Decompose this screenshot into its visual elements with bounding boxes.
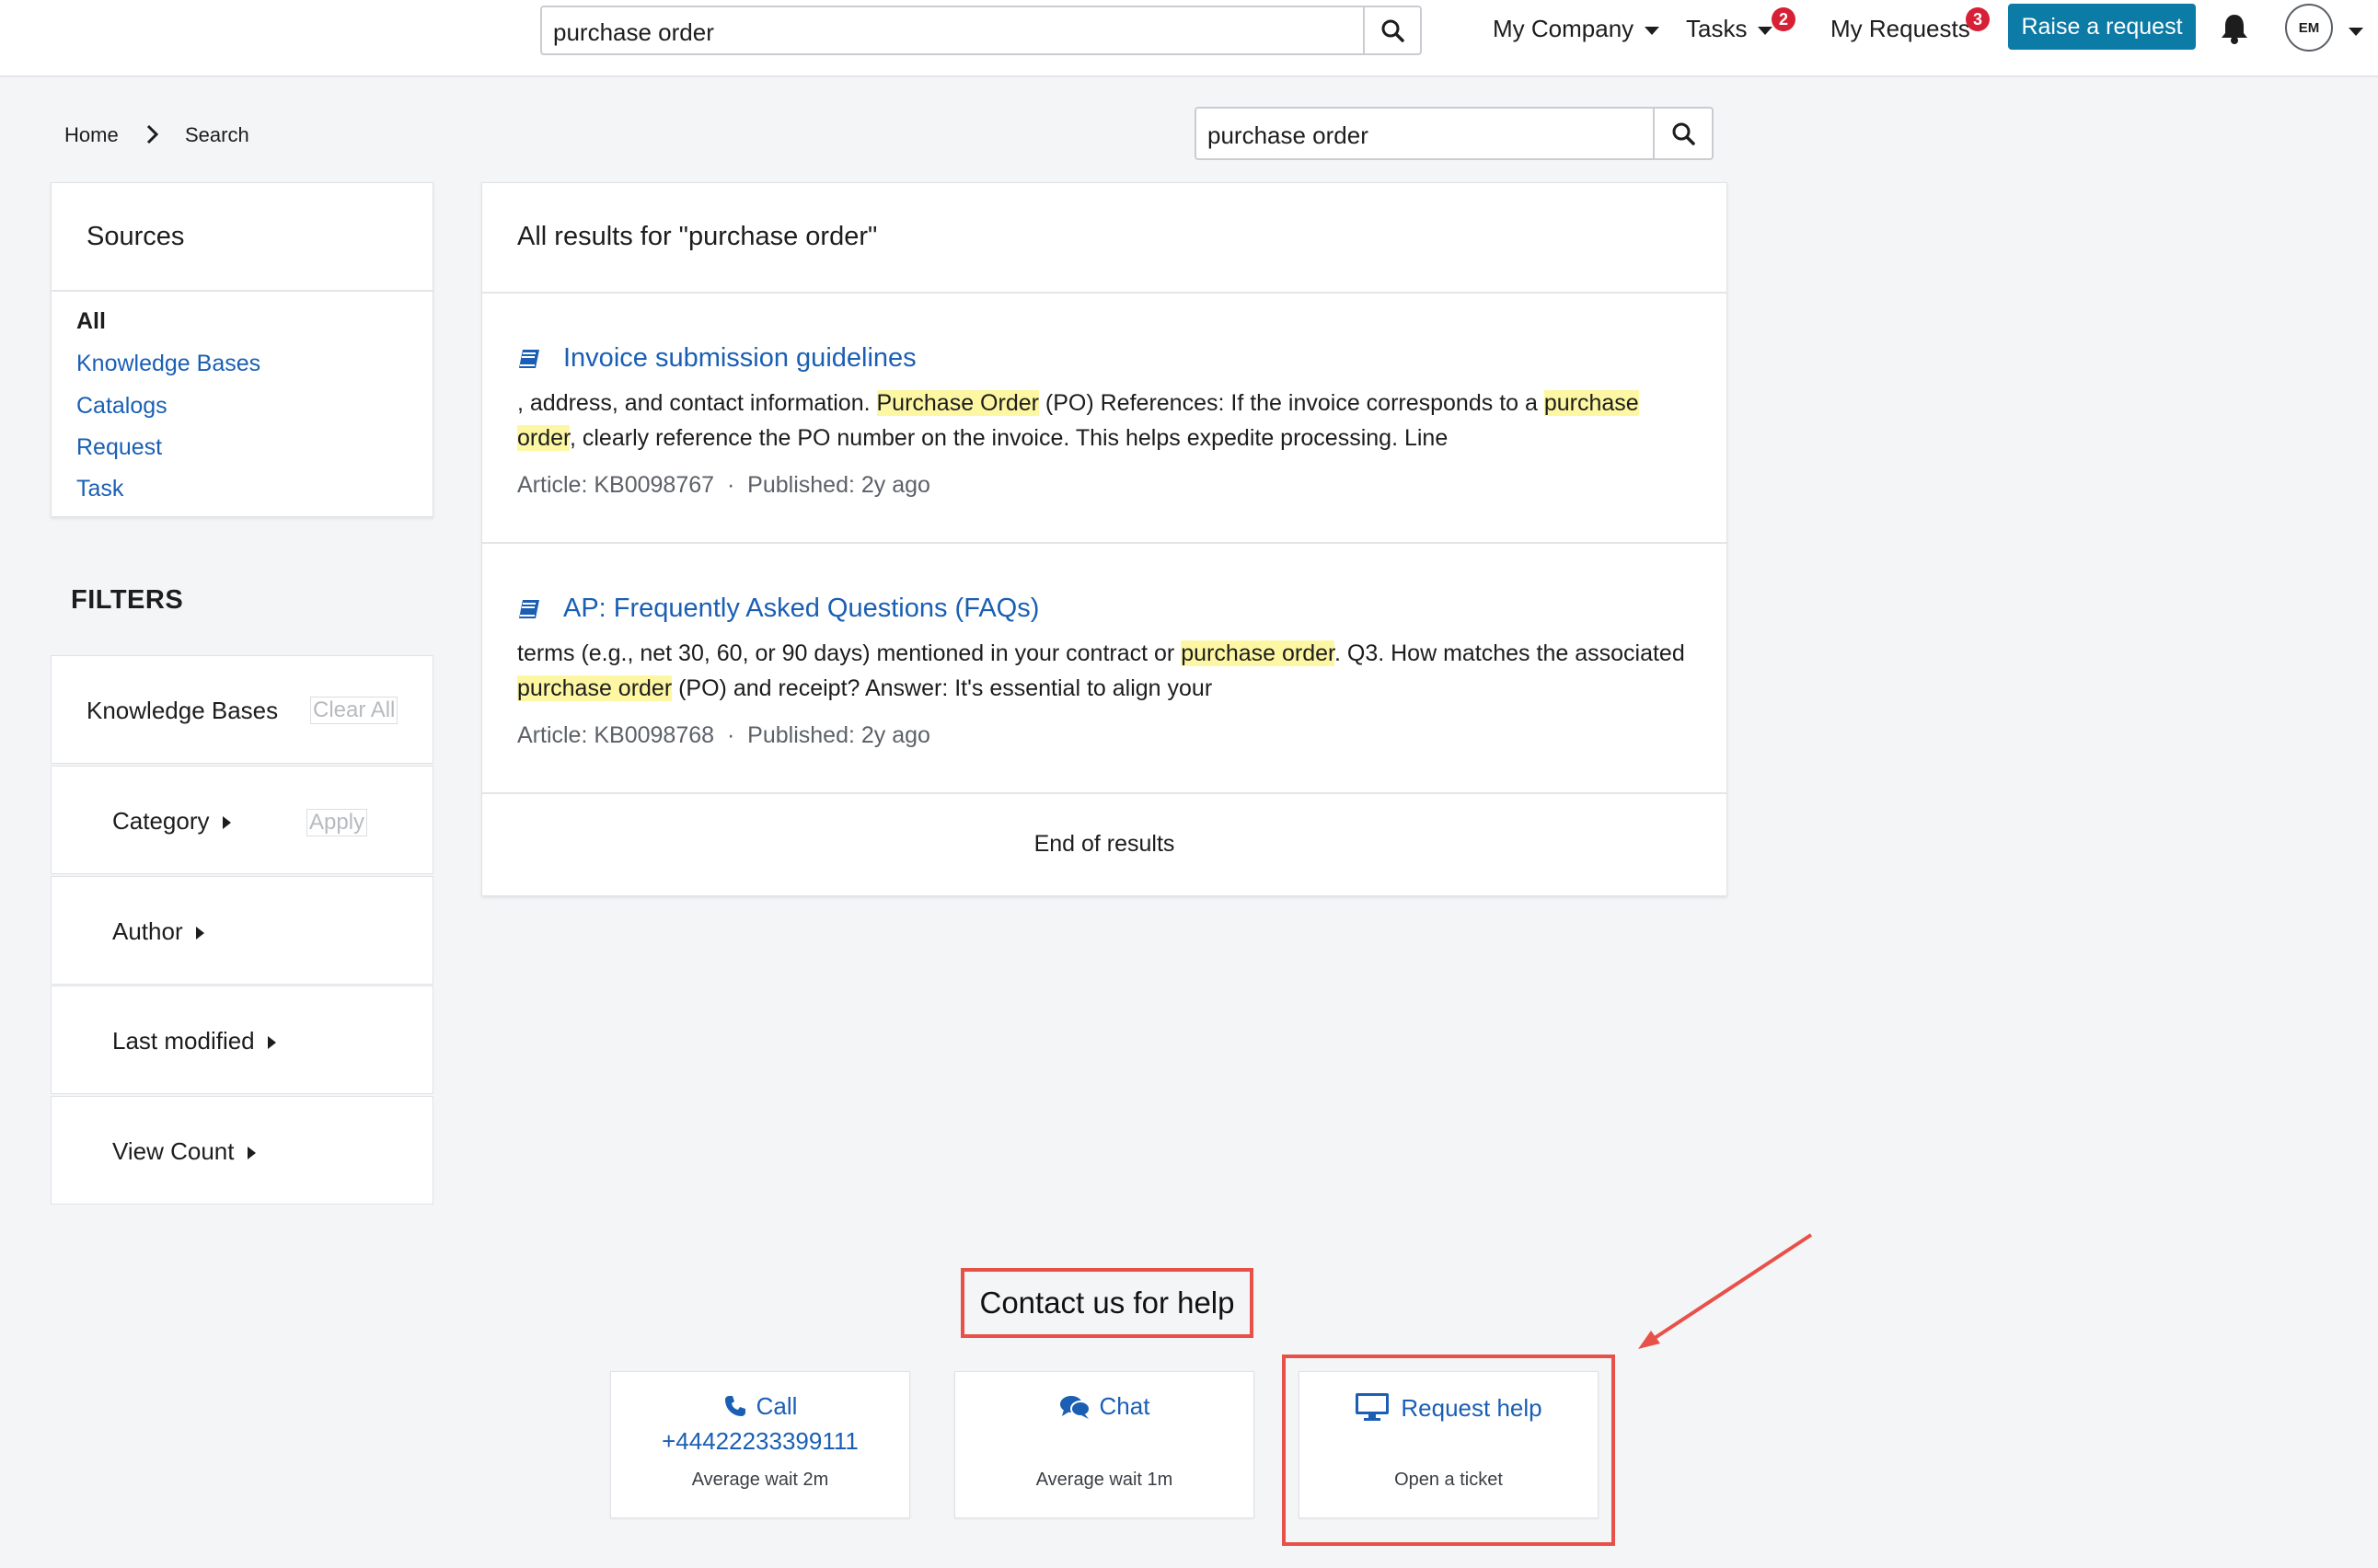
annotation-highlight-box: [1282, 1355, 1615, 1546]
result-snippet: terms (e.g., net 30, 60, or 90 days) men…: [517, 636, 1714, 706]
divider: [52, 290, 433, 292]
apply-button[interactable]: Apply: [306, 809, 368, 836]
filter-group-title: Knowledge Bases: [87, 697, 279, 724]
caret-right-icon: [247, 1147, 256, 1160]
search-icon: [1381, 19, 1404, 42]
call-label: Call: [756, 1392, 798, 1420]
bell-icon[interactable]: [2220, 13, 2249, 49]
raise-request-button[interactable]: Raise a request: [2008, 4, 2196, 50]
breadcrumb-current: Search: [185, 123, 249, 146]
result-title-link[interactable]: Invoice submission guidelines: [563, 343, 917, 374]
chat-label: Chat: [1099, 1392, 1150, 1420]
caret-right-icon: [267, 1036, 276, 1050]
content-search-value: purchase order: [1207, 121, 1368, 149]
chat-title: Chat: [955, 1392, 1253, 1421]
phone-icon: [724, 1396, 745, 1416]
book-icon: [519, 600, 539, 618]
divider: [482, 792, 1726, 794]
chat-card[interactable]: Chat Average wait 1m: [954, 1371, 1254, 1518]
filter-view-count-label: View Count: [112, 1137, 235, 1165]
search-icon: [1672, 122, 1695, 145]
filter-last-modified-label: Last modified: [112, 1027, 255, 1055]
results-heading: All results for "purchase order": [517, 222, 878, 251]
snippet-highlight: order: [517, 425, 570, 451]
call-title: Call: [611, 1392, 909, 1421]
my-requests-link[interactable]: My Requests: [1830, 15, 1970, 43]
result-article-id: Article: KB0098767: [517, 472, 715, 498]
result-meta: Article: KB0098768 · Published: 2y ago: [517, 722, 930, 749]
my-company-menu[interactable]: My Company: [1493, 15, 1660, 43]
snippet-highlight: purchase order: [517, 675, 673, 701]
content-search-input[interactable]: purchase order: [1195, 107, 1714, 160]
source-item-task[interactable]: Task: [76, 476, 123, 502]
snippet-highlight: purchase: [1543, 390, 1639, 416]
filter-category[interactable]: Category Apply: [51, 766, 433, 874]
book-icon: [519, 350, 539, 368]
meta-separator: ·: [726, 472, 735, 498]
content-search-button[interactable]: [1653, 109, 1712, 158]
snippet-text: , clearly reference the PO number on the…: [569, 425, 1449, 451]
tasks-menu[interactable]: Tasks: [1686, 15, 1773, 43]
avatar-chevron-down-icon[interactable]: [2349, 24, 2363, 40]
snippet-text: (PO) and receipt? Answer: It's essential…: [672, 675, 1213, 701]
source-item-catalogs[interactable]: Catalogs: [76, 393, 167, 420]
snippet-highlight: Purchase Order: [876, 390, 1039, 416]
caret-right-icon: [195, 927, 204, 940]
snippet-text: , address, and contact information.: [517, 390, 877, 416]
meta-separator: ·: [726, 722, 735, 748]
filter-view-count[interactable]: View Count: [51, 1096, 433, 1205]
tasks-count-badge: 2: [1772, 7, 1795, 31]
header-search-button[interactable]: [1363, 7, 1420, 53]
annotation-arrow-icon: [1638, 1233, 1813, 1349]
call-card[interactable]: Call +44422233399111 Average wait 2m: [610, 1371, 910, 1518]
my-requests-label: My Requests: [1830, 15, 1970, 42]
source-item-request[interactable]: Request: [76, 434, 162, 461]
end-of-results: End of results: [1033, 831, 1175, 857]
snippet-text: . Q3. How matches the associated: [1333, 640, 1685, 666]
results-panel: All results for "purchase order" Invoice…: [481, 182, 1727, 896]
snippet-text: (PO) References: If the invoice correspo…: [1038, 390, 1544, 416]
result-meta: Article: KB0098767 · Published: 2y ago: [517, 472, 930, 499]
my-requests-count-badge: 3: [1966, 7, 1990, 31]
call-wait-time: Average wait 2m: [691, 1470, 829, 1490]
result-article-id: Article: KB0098768: [517, 722, 715, 748]
chevron-right-icon: [145, 123, 160, 150]
my-company-label: My Company: [1493, 15, 1634, 42]
clear-all-button[interactable]: Clear All: [310, 697, 398, 724]
chevron-down-icon: [1758, 26, 1773, 35]
sources-title: Sources: [87, 222, 185, 251]
sources-panel: Sources All Knowledge Bases Catalogs Req…: [51, 182, 433, 517]
result-published: Published: 2y ago: [747, 722, 930, 748]
filter-group-header: Knowledge Bases Clear All: [51, 655, 433, 764]
filter-category-label: Category: [112, 807, 210, 835]
result-published: Published: 2y ago: [747, 472, 930, 498]
breadcrumb-home[interactable]: Home: [64, 123, 119, 147]
filters-heading: FILTERS: [71, 585, 184, 615]
chat-wait-time: Average wait 1m: [1035, 1470, 1173, 1490]
chat-icon: [1059, 1396, 1091, 1419]
filter-author[interactable]: Author: [51, 876, 433, 985]
header-search-input[interactable]: purchase order: [540, 6, 1422, 55]
filter-last-modified[interactable]: Last modified: [51, 986, 433, 1094]
header-search-value: purchase order: [553, 18, 714, 46]
source-item-all[interactable]: All: [76, 308, 106, 335]
call-phone-number[interactable]: +44422233399111: [611, 1427, 909, 1456]
snippet-text: terms (e.g., net 30, 60, or 90 days) men…: [517, 640, 1182, 666]
result-title-link[interactable]: AP: Frequently Asked Questions (FAQs): [563, 594, 1039, 624]
caret-right-icon: [222, 816, 231, 830]
result-snippet: , address, and contact information. Purc…: [517, 386, 1714, 455]
tasks-label: Tasks: [1686, 15, 1748, 42]
filter-author-label: Author: [112, 917, 183, 945]
divider: [482, 292, 1726, 294]
contact-heading: Contact us for help: [961, 1268, 1253, 1338]
source-item-knowledge-bases[interactable]: Knowledge Bases: [76, 351, 260, 377]
chevron-down-icon: [1645, 26, 1660, 35]
divider: [482, 542, 1726, 544]
snippet-highlight: purchase order: [1181, 640, 1334, 666]
avatar[interactable]: EM: [2285, 4, 2333, 52]
